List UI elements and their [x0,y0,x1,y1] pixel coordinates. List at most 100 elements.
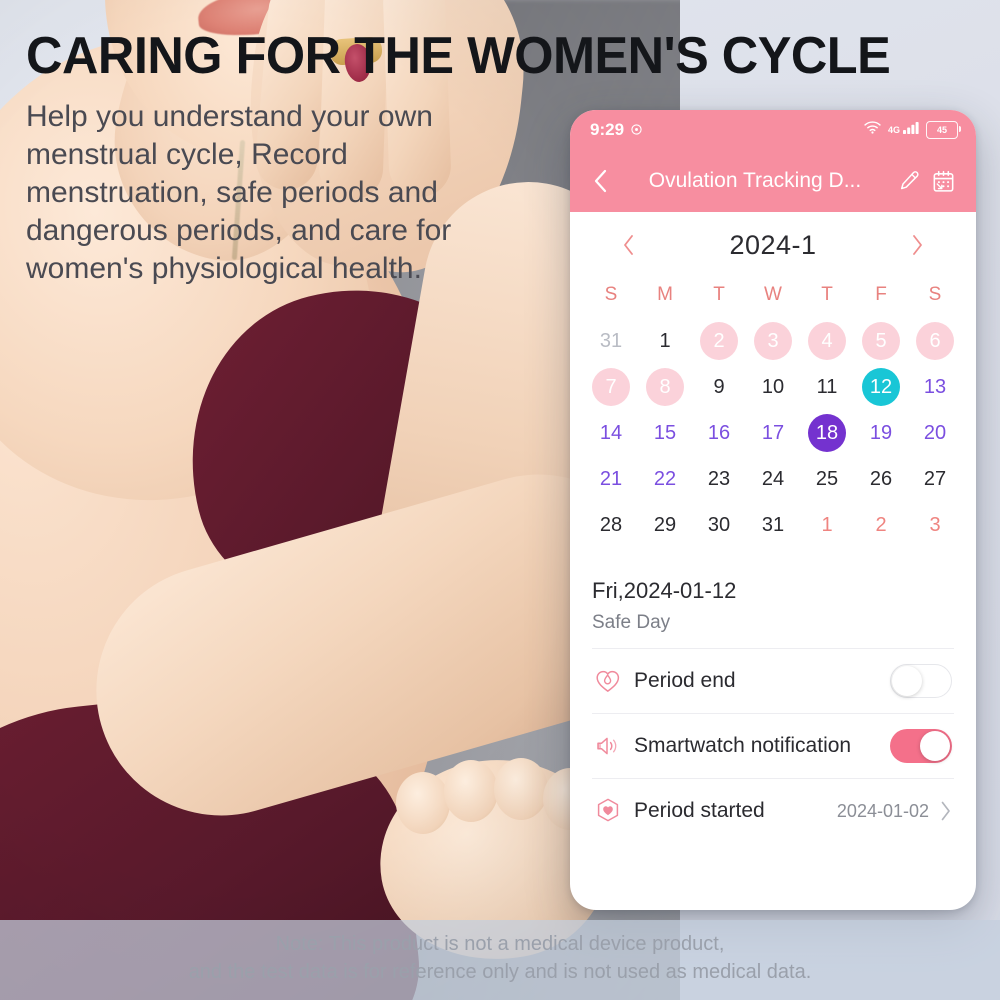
calendar-weekday: S [928,284,942,305]
app-bar: Ovulation Tracking D... [570,150,976,212]
calendar-day-cell[interactable]: 5 [854,318,908,364]
detail-row-label: Period end [634,669,736,692]
detail-row-label: Smartwatch notification [634,734,852,757]
calendar-day-cell[interactable]: 10 [746,364,800,410]
calendar-day-fertile: 13 [923,375,947,398]
calendar-day-normal: 11 [816,375,838,398]
poster-subcopy: Help you understand your own menstrual c… [26,100,452,285]
toggle-switch[interactable] [890,729,952,763]
calendar-day-normal: 10 [761,375,785,398]
calendar-day-cell[interactable]: 28 [584,502,638,548]
calendar-day-ovulation: 12 [862,368,900,406]
calendar-day-cell[interactable]: 1 [800,502,854,548]
calendar-day-normal: 1 [659,329,671,352]
calendar-day-normal: 30 [707,513,731,536]
calendar-weekday: F [875,284,887,305]
detail-row[interactable]: Smartwatch notification [592,713,954,778]
calendar-day-fertile: 14 [599,421,623,444]
calendar-day-cell[interactable]: 11 [800,364,854,410]
next-month-button[interactable] [900,228,934,262]
calendar-day-cell[interactable]: 21 [584,456,638,502]
calendar-day-normal: 9 [713,375,725,398]
calendar-day-cell[interactable]: 17 [746,410,800,456]
calendar-week-row: 31 1 2 3 4 5 6 [584,318,962,364]
day-detail-panel: Fri,2024-01-12 Safe Day Period end Smartw… [570,548,976,843]
calendar-day-period: 5 [862,322,900,360]
calendar-day-today: 18 [808,414,846,452]
calendar-day-period: 8 [646,368,684,406]
calendar-day-normal: 27 [923,467,947,490]
heart-drop-icon [594,668,634,694]
calendar-day-cell[interactable]: 14 [584,410,638,456]
calendar-day-cell[interactable]: 31 [746,502,800,548]
toggle-knob [920,731,950,761]
status-bar: 9:29 4G 45 [570,110,976,150]
calendar-day-next: 3 [929,513,941,536]
calendar-day-normal: 29 [653,513,677,536]
phone-mockup: 9:29 4G 45 Ovulation Tracking D... 2024-… [570,110,976,910]
calendar-day-cell[interactable]: 23 [692,456,746,502]
disclaimer-note: Note: This product is not a medical devi… [0,920,1000,1000]
detail-row[interactable]: Period end [592,648,954,713]
calendar-week-row: 28 29 30 31 1 2 3 [584,502,962,548]
battery-level-label: 45 [936,125,947,135]
calendar-day-period: 2 [700,322,738,360]
calendar-day-cell[interactable]: 27 [908,456,962,502]
calendar-icon[interactable] [926,164,960,198]
calendar-day-cell[interactable]: 25 [800,456,854,502]
calendar-day-cell[interactable]: 2 [692,318,746,364]
poster-canvas: CARING FOR THE WOMEN'S CYCLE Help you un… [0,0,1000,1000]
pencil-icon[interactable] [892,164,926,198]
chevron-right-icon[interactable] [939,800,952,822]
toggle-switch[interactable] [890,664,952,698]
detail-row-label: Period started [634,799,765,822]
calendar-day-cell[interactable]: 15 [638,410,692,456]
status-bar-right: 4G 45 [864,121,961,139]
calendar-day-cell[interactable]: 22 [638,456,692,502]
calendar-day-period: 4 [808,322,846,360]
detail-row[interactable]: Period started 2024-01-02 [592,778,954,843]
calendar-day-cell[interactable]: 8 [638,364,692,410]
toggle-knob [892,666,922,696]
detail-row-value: 2024-01-02 [836,800,929,821]
calendar-day-cell[interactable]: 29 [638,502,692,548]
calendar-day-cell[interactable]: 20 [908,410,962,456]
calendar-day-cell[interactable]: 3 [746,318,800,364]
calendar-day-cell[interactable]: 26 [854,456,908,502]
calendar-day-cell[interactable]: 16 [692,410,746,456]
poster-headline: CARING FOR THE WOMEN'S CYCLE [26,27,891,85]
detail-row-list: Period end Smartwatch notification Period … [592,648,954,843]
back-button[interactable] [584,164,618,198]
calendar-day-period: 7 [592,368,630,406]
calendar-day-cell[interactable]: 13 [908,364,962,410]
calendar-day-next: 1 [821,513,833,536]
calendar-weekday: W [764,284,782,305]
wifi-icon [864,121,881,139]
calendar-day-muted: 31 [599,329,623,352]
calendar-grid: SMTWTFS 31 1 2 3 4 5 6 7 8 9 10 11 12 13 14 15 16 17 18 19 2… [570,272,976,548]
location-icon [631,120,642,140]
calendar-day-cell[interactable]: 4 [800,318,854,364]
calendar-day-cell[interactable]: 9 [692,364,746,410]
calendar-week-row: 14 15 16 17 18 19 20 [584,410,962,456]
calendar-day-cell[interactable]: 30 [692,502,746,548]
calendar-weekday: T [713,284,725,305]
calendar-day-cell[interactable]: 7 [584,364,638,410]
calendar-day-cell[interactable]: 24 [746,456,800,502]
calendar-day-cell[interactable]: 3 [908,502,962,548]
calendar-day-normal: 28 [599,513,623,536]
calendar-day-cell[interactable]: 6 [908,318,962,364]
calendar-day-cell[interactable]: 1 [638,318,692,364]
current-month-label: 2024-1 [729,229,817,260]
calendar-day-cell[interactable]: 2 [854,502,908,548]
calendar-day-fertile: 15 [653,421,677,444]
calendar-day-cell[interactable]: 12 [854,364,908,410]
calendar-day-cell[interactable]: 19 [854,410,908,456]
battery-icon: 45 [926,121,961,139]
calendar-day-cell[interactable]: 18 [800,410,854,456]
previous-month-button[interactable] [612,228,646,262]
calendar-day-cell[interactable]: 31 [584,318,638,364]
calendar-weekday: T [821,284,833,305]
month-navigation: 2024-1 [570,212,976,272]
calendar-day-fertile: 19 [869,421,893,444]
